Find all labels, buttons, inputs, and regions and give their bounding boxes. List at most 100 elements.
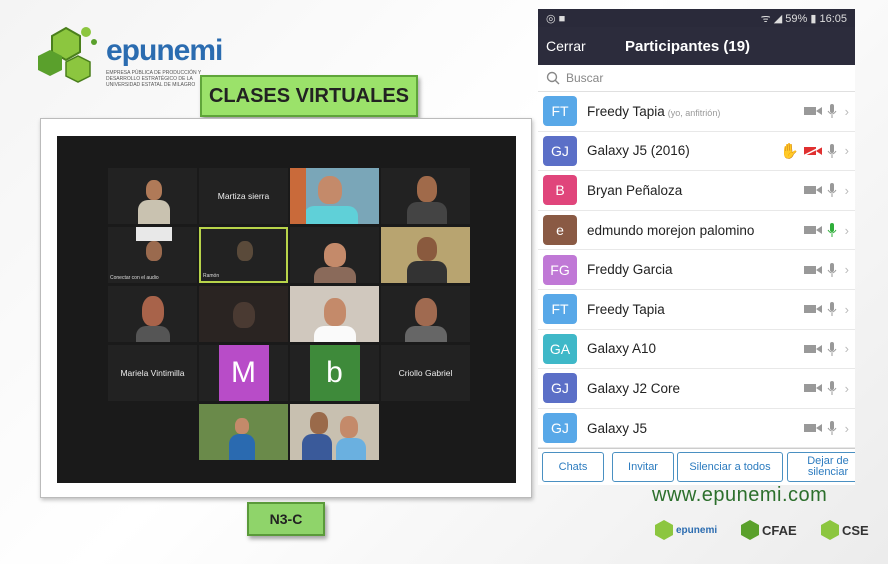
participant-name: Martiza sierra [217,191,270,201]
chevron-right-icon[interactable]: › [845,262,849,277]
avatar: GA [543,333,577,364]
participant-controls: › [803,409,849,448]
video-icon [803,265,822,274]
microphone-icon[interactable] [827,103,837,119]
chevron-right-icon[interactable]: › [845,421,849,436]
hexagon-logo-icon [38,26,97,83]
video-tile-criollo[interactable]: Criollo Gabriel [381,345,470,401]
video-tile[interactable] [290,168,379,224]
search-icon [546,71,560,85]
video-tile[interactable] [381,168,470,224]
brand-name: epunemi [106,34,223,67]
participant-controls: › [803,250,849,289]
participant-name: Galaxy J2 Core [587,380,681,396]
video-tile[interactable] [108,286,197,342]
microphone-icon[interactable] [827,222,837,238]
video-tile[interactable] [199,286,288,342]
chevron-right-icon[interactable]: › [845,223,849,238]
slide-title: CLASES VIRTUALES [200,75,418,117]
video-tile[interactable] [290,286,379,342]
epunemi-logo: epunemi EMPRESA PÚBLICA DE PRODUCCIÓN Y … [30,22,223,92]
invite-button[interactable]: Invitar [612,452,674,482]
participant-controls: ✋ › [780,132,849,171]
microphone-icon[interactable] [827,341,837,357]
chevron-right-icon[interactable]: › [845,302,849,317]
video-icon [803,107,822,116]
participant-name: Freedy Tapia (yo, anfitrión) [587,103,721,119]
participants-title: Participantes (19) [625,37,751,55]
status-left-icons: ◎ ■ [546,12,566,25]
chevron-right-icon[interactable]: › [845,381,849,396]
participant-controls: › [803,211,849,250]
avatar: b [309,345,360,401]
microphone-icon[interactable] [827,380,837,396]
microphone-icon[interactable] [827,182,837,198]
hexagon-logo-icon [821,520,839,540]
participant-row[interactable]: FT Freedy Tapia (yo, anfitrión) › [538,92,855,132]
participant-name: Mariela Vintimilla [120,368,185,378]
participant-role: (yo, anfitrión) [667,107,721,118]
avatar: e [543,215,577,246]
participant-row[interactable]: GJ Galaxy J5 › [538,409,855,449]
hexagon-logo-icon [655,520,673,540]
video-tile[interactable] [381,286,470,342]
video-tile-ramon[interactable]: Ramón [199,227,288,283]
status-right: ᯤ ◢ 59% ▮ 16:05 [760,12,847,25]
close-button[interactable]: Cerrar [546,38,586,54]
video-tile[interactable] [381,227,470,283]
video-tile-mariela[interactable]: Mariela Vintimilla [108,345,197,401]
microphone-icon[interactable] [827,143,837,159]
footer-logo-cfae: CFAE [738,510,797,550]
participant-row[interactable]: e edmundo morejon palomino › [538,211,855,251]
video-tile[interactable] [108,168,197,224]
avatar: GJ [543,135,577,166]
microphone-icon[interactable] [827,301,837,317]
participant-controls: › [803,92,849,131]
video-tile-b[interactable]: b [290,345,379,401]
participant-name: Galaxy J5 (2016) [587,143,690,159]
participant-name: Galaxy A10 [587,341,657,357]
footer-logo-epunemi: epunemi [652,510,717,550]
status-bar: ◎ ■ ᯤ ◢ 59% ▮ 16:05 [538,9,855,27]
participant-row[interactable]: GA Galaxy A10 › [538,330,855,370]
participant-name: Ramón [203,273,220,279]
unmute-all-button[interactable]: Dejar de silenciar [787,452,855,482]
video-tile-m[interactable]: M [199,345,288,401]
avatar: GJ [543,373,577,404]
participant-row[interactable]: FG Freddy Garcia › [538,250,855,290]
footer-logo-cse: CSE [818,510,869,550]
microphone-icon[interactable] [827,420,837,436]
video-icon [803,384,822,393]
participant-controls: › [803,290,849,329]
video-tile-martiza[interactable]: Martiza sierra [199,168,288,224]
chevron-right-icon[interactable]: › [845,104,849,119]
participant-name: Conectar con el audio [110,275,159,281]
chevron-right-icon[interactable]: › [845,183,849,198]
avatar: M [218,345,269,401]
participant-name: Freddy Garcia [587,262,673,278]
section-label: N3-C [247,502,325,536]
participant-row[interactable]: B Bryan Peñaloza › [538,171,855,211]
gallery-frame: Martiza sierra Conectar con el audio Ram… [40,118,532,498]
raised-hand-icon: ✋ [779,142,799,160]
participant-controls: › [803,330,849,369]
search-input[interactable]: Buscar [538,65,855,92]
video-tile-audio[interactable]: Conectar con el audio [108,227,197,283]
participants-header: Cerrar Participantes (19) [538,27,855,65]
video-tile[interactable] [199,404,288,460]
participant-row[interactable]: GJ Galaxy J2 Core › [538,369,855,409]
participant-name: Galaxy J5 [587,420,648,436]
video-icon [803,305,822,314]
participant-row[interactable]: FT Freedy Tapia › [538,290,855,330]
mute-all-button[interactable]: Silenciar a todos [677,452,783,482]
participant-name: edmundo morejon palomino [587,222,755,238]
chevron-right-icon[interactable]: › [845,143,849,158]
video-tile[interactable] [290,404,379,460]
video-gallery: Martiza sierra Conectar con el audio Ram… [57,136,516,483]
video-tile[interactable] [290,227,379,283]
video-icon [803,344,822,353]
chevron-right-icon[interactable]: › [845,341,849,356]
participant-row[interactable]: GJ Galaxy J5 (2016) ✋ › [538,132,855,172]
microphone-icon[interactable] [827,262,837,278]
chats-button[interactable]: Chats [542,452,604,482]
